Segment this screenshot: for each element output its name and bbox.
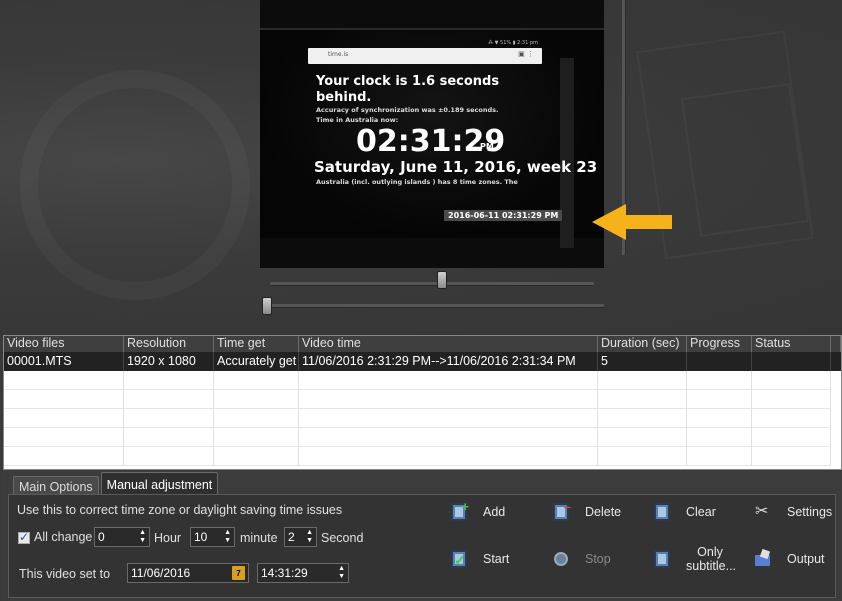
only-subtitle-button-label: Only subtitle... xyxy=(686,545,737,573)
phone-status-bar: ⁂ ▼ 51% ▮ 2:31 pm xyxy=(488,40,538,46)
all-change-checkbox[interactable] xyxy=(18,530,30,544)
calendar-icon[interactable]: 7 xyxy=(232,566,245,580)
cell-duration: 5 xyxy=(598,352,687,371)
start-check-icon xyxy=(451,550,467,569)
settings-button-label: Settings xyxy=(787,505,833,519)
stepper-arrows-icon[interactable]: ▲ ▼ xyxy=(306,529,313,545)
start-button-label: Start xyxy=(483,552,510,566)
clear-list-icon xyxy=(654,503,670,521)
add-video-icon xyxy=(451,499,469,521)
cell-file: 00001.MTS xyxy=(4,352,124,371)
url-text: time.is xyxy=(328,51,349,58)
stop-button-label: Stop xyxy=(585,552,611,566)
seek-slider[interactable] xyxy=(270,282,594,286)
stepper-arrows-icon[interactable]: ▲ ▼ xyxy=(224,529,231,545)
hour-value: 0 xyxy=(98,530,105,544)
table-row[interactable] xyxy=(4,447,841,466)
hint-text: Use this to correct time zone or dayligh… xyxy=(17,503,343,517)
subtitle-icon xyxy=(654,550,670,568)
video-clock-ampm: PM xyxy=(480,142,494,151)
table-header: Video files Resolution Time get Video ti… xyxy=(4,336,841,352)
bg-decoration xyxy=(20,70,250,300)
hour-label: Hour xyxy=(154,531,182,545)
second-label: Second xyxy=(321,531,364,545)
delete-button-label: Delete xyxy=(585,505,622,519)
output-button[interactable]: Output xyxy=(755,543,825,575)
video-files-table[interactable]: Video files Resolution Time get Video ti… xyxy=(3,335,842,470)
cell-status xyxy=(752,352,831,371)
stop-button[interactable]: Stop xyxy=(553,543,611,575)
start-button[interactable]: Start xyxy=(451,543,509,575)
cell-time-get: Accurately get xyxy=(214,352,299,371)
date-picker[interactable]: 11/06/2016 7 xyxy=(127,563,249,583)
date-value: 11/06/2016 xyxy=(131,566,191,580)
minute-value: 10 xyxy=(194,530,208,544)
video-accuracy: Accuracy of synchronization was ±0.189 s… xyxy=(316,106,499,114)
annotation-arrow-icon xyxy=(592,204,672,240)
bg-decoration xyxy=(680,83,810,237)
output-button-label: Output xyxy=(787,552,825,566)
column-header[interactable]: Progress xyxy=(687,336,752,352)
options-panel: Main Options Manual adjustment Use this … xyxy=(3,470,842,601)
table-row[interactable] xyxy=(4,409,841,428)
column-header[interactable]: Time get xyxy=(214,336,299,352)
only-subtitle-button[interactable]: Only subtitle... xyxy=(654,543,737,575)
second-value: 2 xyxy=(288,530,295,544)
clear-button[interactable]: Clear xyxy=(654,496,716,528)
minute-label: minute xyxy=(240,531,278,545)
stop-icon xyxy=(553,550,569,568)
column-header[interactable] xyxy=(831,336,841,352)
add-button-label: Add xyxy=(483,505,506,519)
time-value: 14:31:29 xyxy=(261,566,308,580)
settings-button[interactable]: ✂ Settings xyxy=(755,496,832,528)
zoom-slider-handle[interactable] xyxy=(262,297,272,315)
video-preview: ⁂ ▼ 51% ▮ 2:31 pm time.is ▣ ⋮ Your clock… xyxy=(260,0,604,268)
table-row[interactable]: 00001.MTS 1920 x 1080 Accurately get 11/… xyxy=(4,352,841,371)
table-row[interactable] xyxy=(4,390,841,409)
column-header[interactable]: Resolution xyxy=(124,336,214,352)
delete-video-icon xyxy=(553,499,571,521)
stepper-arrows-icon[interactable]: ▲ ▼ xyxy=(139,529,146,545)
all-change-label: All change xyxy=(34,530,93,544)
add-button[interactable]: Add xyxy=(451,496,505,528)
video-headline: Your clock is 1.6 seconds behind. xyxy=(316,74,500,105)
menu-dots-icon: ▣ ⋮ xyxy=(518,50,534,58)
second-stepper[interactable]: 2 ▲ ▼ xyxy=(284,527,317,547)
hour-stepper[interactable]: 0 ▲ ▼ xyxy=(94,527,150,547)
clear-button-label: Clear xyxy=(686,505,716,519)
cell-video-time: 11/06/2016 2:31:29 PM-->11/06/2016 2:31:… xyxy=(299,352,598,371)
column-header[interactable]: Video time xyxy=(299,336,598,352)
minute-stepper[interactable]: 10 ▲ ▼ xyxy=(190,527,235,547)
video-tz-label: Time in Australia now: xyxy=(316,116,399,124)
column-header[interactable]: Status xyxy=(752,336,831,352)
cell-resolution: 1920 x 1080 xyxy=(124,352,214,371)
table-row[interactable] xyxy=(4,371,841,390)
video-date-line: Saturday, June 11, 2016, week 23 xyxy=(314,158,598,176)
phone-url-bar: time.is ▣ ⋮ xyxy=(308,48,542,64)
column-header[interactable]: Duration (sec) xyxy=(598,336,687,352)
video-islands-line: Australia (incl. outlying islands ) has … xyxy=(316,178,518,186)
output-folder-icon xyxy=(755,548,771,568)
tools-icon: ✂ xyxy=(755,503,769,520)
time-stepper[interactable]: 14:31:29 ▲ ▼ xyxy=(257,563,349,583)
cell-progress xyxy=(687,352,752,371)
video-timestamp-overlay: 2016-06-11 02:31:29 PM xyxy=(444,210,563,221)
column-header[interactable]: Video files xyxy=(4,336,124,352)
set-to-label: This video set to xyxy=(19,567,111,581)
zoom-slider[interactable] xyxy=(262,304,604,308)
seek-slider-handle[interactable] xyxy=(437,271,447,289)
stepper-arrows-icon[interactable]: ▲ ▼ xyxy=(338,565,345,581)
delete-button[interactable]: Delete xyxy=(553,496,621,528)
table-row[interactable] xyxy=(4,428,841,447)
